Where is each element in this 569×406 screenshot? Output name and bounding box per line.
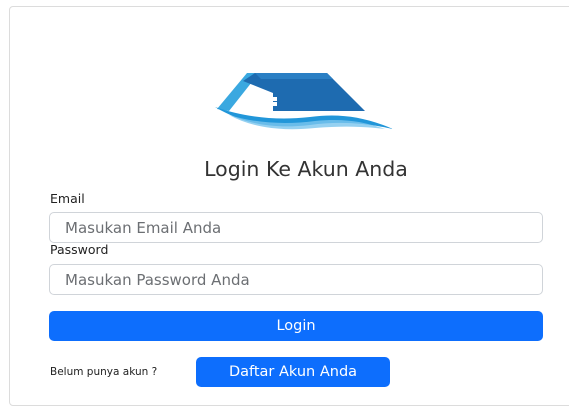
- signup-prompt: Belum punya akun ?: [50, 366, 158, 378]
- email-field[interactable]: [49, 212, 543, 243]
- signup-button[interactable]: Daftar Akun Anda: [196, 357, 390, 387]
- login-button[interactable]: Login: [49, 311, 543, 341]
- email-label: Email: [50, 191, 85, 206]
- password-label: Password: [50, 242, 109, 257]
- house-wave-logo-icon: [215, 73, 393, 130]
- password-field[interactable]: [49, 264, 543, 295]
- page-title: Login Ke Akun Anda: [204, 157, 408, 181]
- login-card: Login Ke Akun Anda: [9, 6, 569, 406]
